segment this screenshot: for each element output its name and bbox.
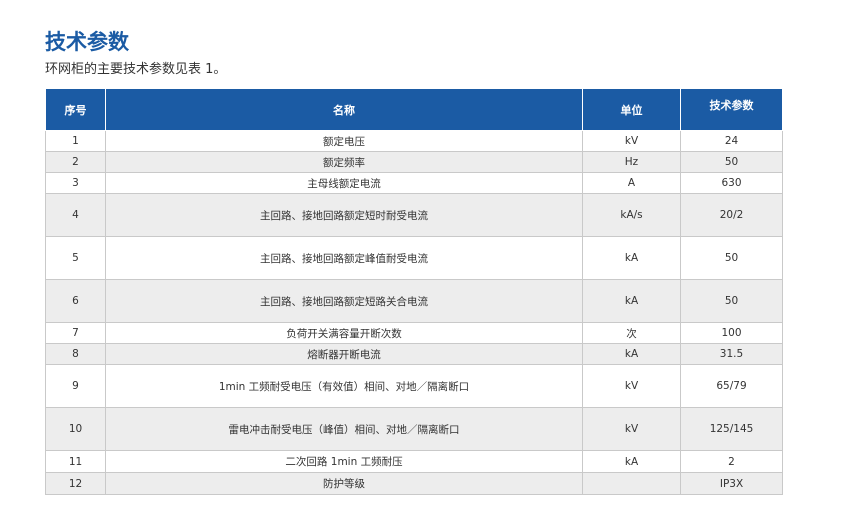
param-value: 50 [680, 279, 783, 323]
row-number: 9 [45, 364, 106, 408]
table-row: 6 主回路、接地回路额定短路关合电流 kA 50 [45, 279, 783, 323]
row-number: 7 [45, 322, 106, 344]
param-name: 二次回路 1min 工频耐压 [105, 450, 583, 473]
param-unit: kA [582, 343, 681, 365]
param-value: 630 [680, 172, 783, 194]
table-row: 7 负荷开关满容量开断次数次 100 [45, 322, 783, 344]
row-number: 6 [45, 279, 106, 323]
param-value: 20/2 [680, 193, 783, 237]
param-name: 额定电压 [105, 130, 583, 152]
row-number: 11 [45, 450, 106, 473]
param-value: 100 [680, 322, 783, 344]
table-row: 8 熔断器开断电流 kA 31.5 [45, 343, 783, 365]
param-name: 主回路、接地回路额定峰值耐受电流 [105, 236, 583, 280]
param-unit: Hz [582, 151, 681, 173]
row-number: 5 [45, 236, 106, 280]
param-unit: kV [582, 407, 681, 451]
table-row: 4 主回路、接地回路额定短时耐受电流 kA/s 20/2 [45, 193, 783, 237]
table-body: 1 额定电压 kV 24 2 额定频率 Hz 50 3 主母线额定电流 A 630 4 主回路、接地回路额… [45, 130, 783, 495]
header-value: 技术参数 [680, 88, 783, 131]
param-unit: kA [582, 236, 681, 280]
param-unit: kA [582, 450, 681, 473]
param-unit: 次 [582, 322, 681, 344]
param-value: 2 [680, 450, 783, 473]
table-row: 9 1min 工频耐受电压（有效值）相间、对地／隔离断口 kV 65/79 [45, 364, 783, 408]
tech-spec-table: 序号 名称 单位 技术参数 1 额定电压 kV 24 2 额定频率 Hz 50 3 主母线额定电流… [45, 88, 783, 495]
table-row: 1 额定电压 kV 24 [45, 130, 783, 152]
table-row: 3 主母线额定电流 A 630 [45, 172, 783, 194]
table-row: 11 二次回路 1min 工频耐压 kA 2 [45, 450, 783, 473]
param-unit: kA [582, 279, 681, 323]
param-value: 24 [680, 130, 783, 152]
param-name: 熔断器开断电流 [105, 343, 583, 365]
param-unit [582, 472, 681, 495]
table-header-row: 序号 名称 单位 技术参数 [45, 88, 783, 131]
header-unit: 单位 [582, 88, 681, 131]
param-name: 1min 工频耐受电压（有效值）相间、对地／隔离断口 [105, 364, 583, 408]
row-number: 3 [45, 172, 106, 194]
section-intro: 环网柜的主要技术参数见表 1。 [45, 62, 227, 77]
param-name: 雷电冲击耐受电压（峰值）相间、对地／隔离断口 [105, 407, 583, 451]
row-number: 10 [45, 407, 106, 451]
param-unit: kV [582, 130, 681, 152]
table-row: 5 主回路、接地回路额定峰值耐受电流 kA 50 [45, 236, 783, 280]
row-number: 8 [45, 343, 106, 365]
param-name: 主回路、接地回路额定短时耐受电流 [105, 193, 583, 237]
param-value: 125/145 [680, 407, 783, 451]
param-value: 65/79 [680, 364, 783, 408]
param-name: 主母线额定电流 [105, 172, 583, 194]
param-unit: kV [582, 364, 681, 408]
row-number: 2 [45, 151, 106, 173]
table-row: 10 雷电冲击耐受电压（峰值）相间、对地／隔离断口 kV 125/145 [45, 407, 783, 451]
param-name: 主回路、接地回路额定短路关合电流 [105, 279, 583, 323]
param-name: 额定频率 [105, 151, 583, 173]
param-unit: A [582, 172, 681, 194]
header-no: 序号 [45, 88, 106, 131]
param-name: 负荷开关满容量开断次数 [105, 322, 583, 344]
param-value: 31.5 [680, 343, 783, 365]
row-number: 1 [45, 130, 106, 152]
param-value: 50 [680, 236, 783, 280]
table-row: 12 防护等级 IP3X [45, 472, 783, 495]
row-number: 4 [45, 193, 106, 237]
param-value: 50 [680, 151, 783, 173]
row-number: 12 [45, 472, 106, 495]
section-title: 技术参数 [45, 30, 129, 54]
header-name: 名称 [105, 88, 583, 131]
table-row: 2 额定频率 Hz 50 [45, 151, 783, 173]
param-name: 防护等级 [105, 472, 583, 495]
param-value: IP3X [680, 472, 783, 495]
param-unit: kA/s [582, 193, 681, 237]
